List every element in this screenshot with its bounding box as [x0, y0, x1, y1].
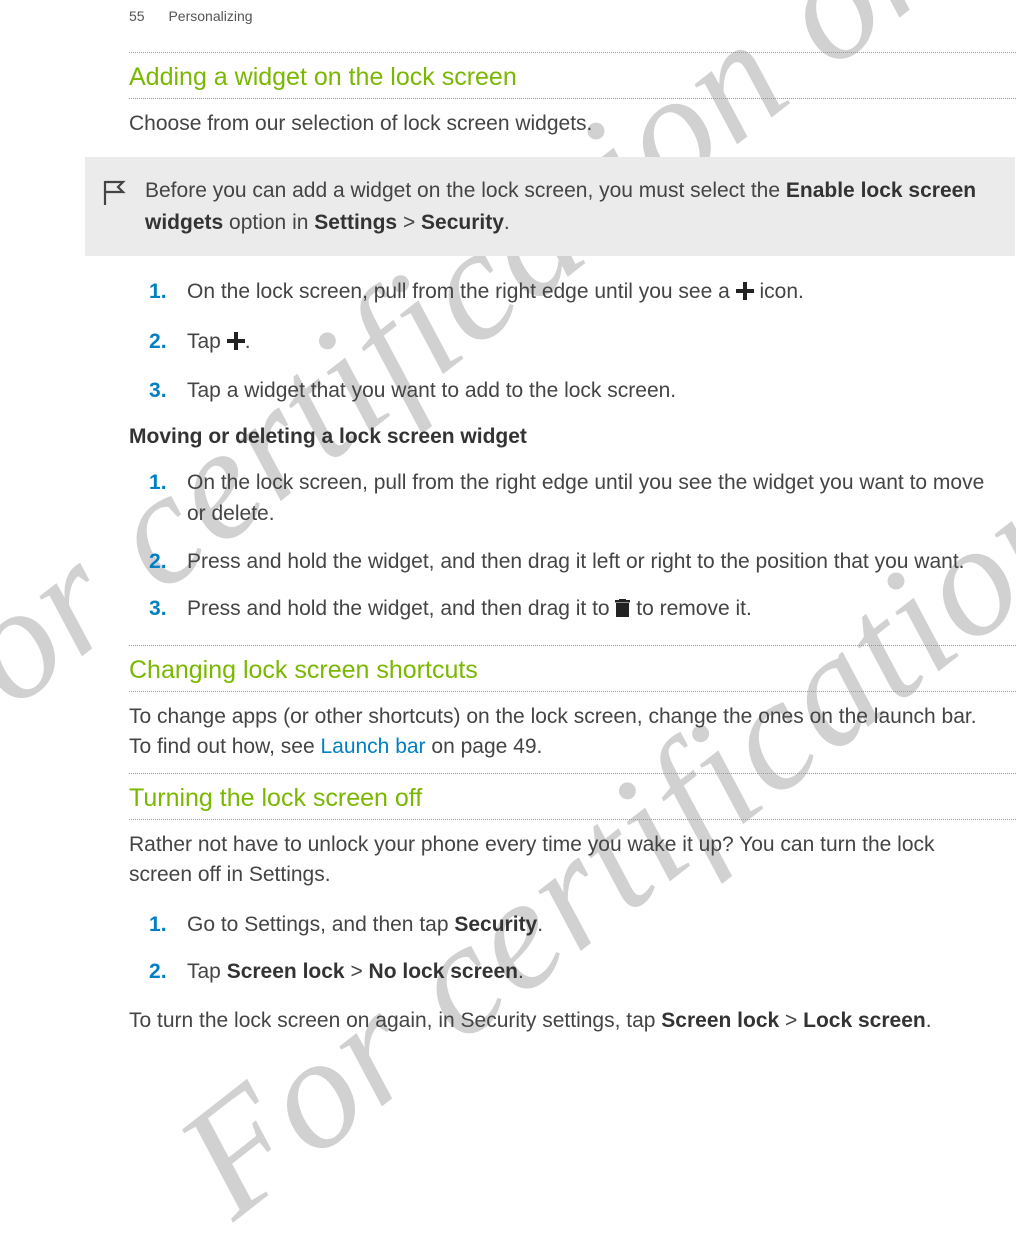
plus-icon [227, 328, 245, 360]
step-item: Tap Screen lock > No lock screen. [149, 956, 989, 988]
section-title-add-widget: Adding a widget on the lock screen [129, 53, 1016, 98]
steps-list: Go to Settings, and then tap Security. T… [149, 909, 989, 988]
step-item: On the lock screen, pull from the right … [149, 276, 989, 310]
step-item: On the lock screen, pull from the right … [149, 467, 989, 530]
page-header: 55 Personalizing [129, 0, 1016, 24]
body-text: To change apps (or other shortcuts) on t… [129, 702, 989, 763]
step-item: Press and hold the widget, and then drag… [149, 593, 989, 627]
trash-icon [615, 595, 630, 627]
step-item: Tap . [149, 326, 989, 360]
plus-icon [736, 278, 754, 310]
page-number: 55 [129, 8, 145, 24]
launch-bar-link[interactable]: Launch bar [320, 735, 425, 758]
divider [129, 98, 1016, 99]
chapter-name: Personalizing [168, 8, 252, 24]
steps-list: On the lock screen, pull from the right … [149, 467, 989, 627]
step-item: Press and hold the widget, and then drag… [149, 546, 989, 578]
section-title-turn-off: Turning the lock screen off [129, 774, 1016, 819]
divider [129, 819, 1016, 820]
flag-icon [85, 175, 145, 212]
body-text: Rather not have to unlock your phone eve… [129, 830, 989, 891]
steps-list: On the lock screen, pull from the right … [149, 276, 989, 407]
sub-heading-move-delete: Moving or deleting a lock screen widget [129, 425, 1016, 449]
section-title-shortcuts: Changing lock screen shortcuts [129, 646, 1016, 691]
note-text: Before you can add a widget on the lock … [145, 175, 995, 238]
body-text: To turn the lock screen on again, in Sec… [129, 1006, 989, 1036]
divider [129, 691, 1016, 692]
page-content: 55 Personalizing Adding a widget on the … [0, 0, 1016, 1036]
intro-text: Choose from our selection of lock screen… [129, 109, 989, 139]
step-item: Tap a widget that you want to add to the… [149, 375, 989, 407]
note-callout: Before you can add a widget on the lock … [85, 157, 1015, 256]
step-item: Go to Settings, and then tap Security. [149, 909, 989, 941]
